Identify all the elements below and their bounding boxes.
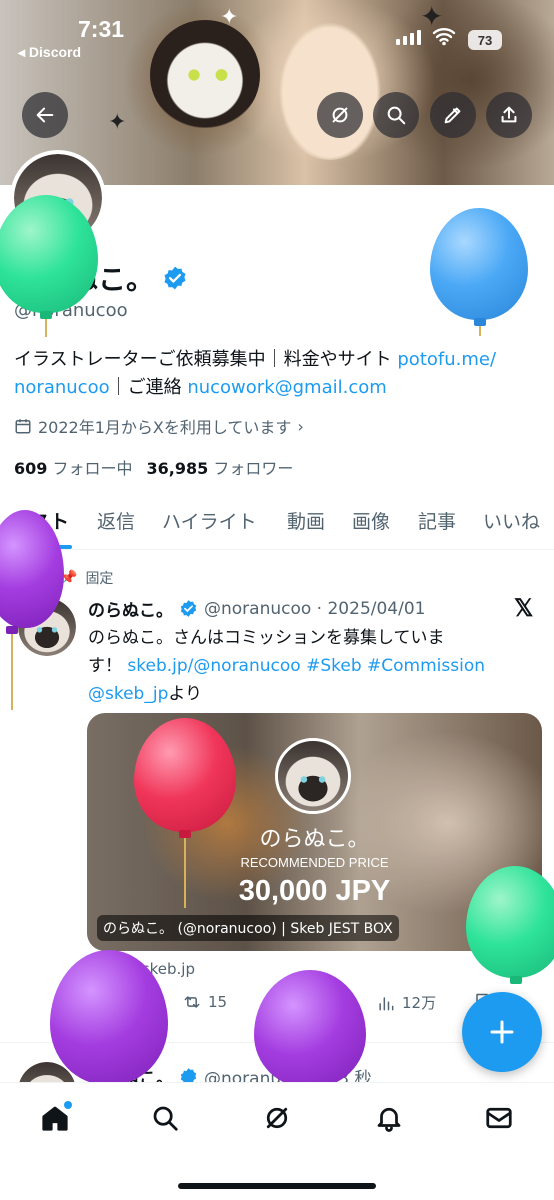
following-count: 609 xyxy=(14,459,48,478)
bottom-nav xyxy=(0,1082,554,1200)
tab-likes[interactable]: いいね xyxy=(483,507,540,534)
bar-chart-icon xyxy=(379,996,394,1010)
verified-badge-icon xyxy=(180,600,197,617)
tab-images[interactable]: 画像 xyxy=(352,507,390,534)
bio-text-mid: ｜ご連絡 xyxy=(109,377,188,398)
repost-button[interactable]: 15 xyxy=(182,992,227,1012)
balloon-green-right xyxy=(466,866,554,994)
battery-indicator: 73 xyxy=(468,30,502,50)
chevron-right-icon: › xyxy=(297,416,304,436)
bio-email-link[interactable]: nucowork@gmail.com xyxy=(187,377,386,398)
post-header: のらぬこ。 @noranucoo · 2025/04/01 xyxy=(88,596,426,622)
signal-icon xyxy=(396,30,421,45)
home-indicator xyxy=(178,1183,376,1189)
battery-level: 73 xyxy=(477,32,493,48)
post-text-line2: す！ xyxy=(88,656,128,676)
bio-link[interactable]: potofu.me/ xyxy=(397,349,496,370)
repost-count: 15 xyxy=(208,993,228,1011)
post-handle-date: @noranucoo · 2025/04/01 xyxy=(204,598,426,619)
banner-face-art xyxy=(270,10,390,160)
sparkle-icon: ✦ xyxy=(108,110,127,135)
mention-link[interactable]: @skeb_jp xyxy=(88,684,168,704)
tab-highlights[interactable]: ハイライト xyxy=(162,507,257,534)
balloon-purple-bottom-left xyxy=(50,950,170,1090)
joined-date-row[interactable]: 2022年1月からXを利用しています › xyxy=(14,414,304,438)
bell-icon xyxy=(377,1107,401,1132)
balloon-purple-left xyxy=(0,510,66,710)
share-icon xyxy=(501,106,517,123)
post-link[interactable]: skeb.jp/@noranucoo xyxy=(127,656,300,676)
balloon-green-left xyxy=(0,195,98,337)
followers-label: フォロワー xyxy=(213,459,294,478)
hashtag-skeb[interactable]: #Skeb xyxy=(301,656,362,676)
grok-icon xyxy=(332,107,348,123)
notification-dot xyxy=(64,1101,72,1109)
balloon-purple-bottom-mid xyxy=(254,970,366,1090)
arrow-left-icon xyxy=(36,107,54,123)
tab-articles[interactable]: 記事 xyxy=(418,507,456,534)
calendar-icon xyxy=(15,419,31,434)
bio-text: イラストレーターご依頼募集中｜料金やサイト xyxy=(14,349,398,370)
followers-link[interactable]: 36,985 フォロワー xyxy=(147,455,294,479)
nav-grok[interactable] xyxy=(262,1103,292,1137)
following-label: フォロー中 xyxy=(52,459,133,478)
grok-button[interactable] xyxy=(317,92,363,138)
nav-home[interactable] xyxy=(40,1101,72,1137)
nav-notifications[interactable] xyxy=(374,1103,404,1137)
joined-date: 2022年1月からXを利用しています xyxy=(38,418,292,437)
pinned-label: 固定 xyxy=(85,571,114,587)
post-author-name[interactable]: のらぬこ。 xyxy=(88,596,173,621)
mail-icon xyxy=(486,1107,512,1129)
bio-link-cont[interactable]: noranucoo xyxy=(14,377,110,398)
back-to-app-link[interactable]: ◂ Discord xyxy=(18,44,81,61)
back-button[interactable] xyxy=(22,92,68,138)
search-icon xyxy=(153,1106,178,1131)
share-button[interactable] xyxy=(486,92,532,138)
tab-replies[interactable]: 返信 xyxy=(97,507,135,534)
following-link[interactable]: 609 フォロー中 xyxy=(14,455,133,479)
followers-count: 36,985 xyxy=(146,459,209,478)
post-text-suffix: より xyxy=(168,684,203,704)
wifi-icon xyxy=(432,26,456,50)
pencil-icon xyxy=(444,107,461,124)
views-button[interactable]: 12万 xyxy=(376,992,436,1013)
balloon-blue xyxy=(430,208,530,338)
tab-media-video[interactable]: 動画 xyxy=(287,507,325,534)
compose-fab[interactable] xyxy=(462,992,542,1072)
grok-icon xyxy=(266,1107,288,1129)
status-time: 7:31 xyxy=(78,16,125,42)
banner-cat-art xyxy=(150,20,260,130)
search-button[interactable] xyxy=(373,92,419,138)
x-logo-icon[interactable]: 𝕏 xyxy=(514,594,533,623)
hashtag-commission[interactable]: #Commission xyxy=(362,656,485,676)
balloon-red xyxy=(134,718,236,908)
card-avatar-image xyxy=(278,741,348,811)
pinned-label-row: 📌 固定 xyxy=(60,568,113,588)
plus-icon xyxy=(490,1020,514,1044)
follow-stats: 609 フォロー中 36,985 フォロワー xyxy=(14,455,293,479)
card-avatar xyxy=(275,738,351,814)
nav-messages[interactable] xyxy=(484,1103,514,1137)
repost-icon xyxy=(184,996,200,1008)
card-caption: のらぬこ。 (@noranucoo) | Skeb JEST BOX xyxy=(97,915,399,941)
views-count: 12万 xyxy=(402,994,437,1012)
verified-badge-icon[interactable] xyxy=(162,265,188,291)
post-text-line1: のらぬこ。さんはコミッションを募集していま xyxy=(88,628,445,648)
nav-search[interactable] xyxy=(150,1103,180,1137)
profile-tabs: ポスト 返信 ハイライト 動画 画像 記事 いいね xyxy=(0,500,554,550)
profile-bio: イラストレーターご依頼募集中｜料金やサイト potofu.me/ noranuc… xyxy=(14,346,544,402)
search-icon xyxy=(387,106,406,125)
sparkle-icon: ✦ xyxy=(220,5,239,30)
post-text: のらぬこ。さんはコミッションを募集していま す！ skeb.jp/@noranu… xyxy=(88,624,538,708)
edit-button[interactable] xyxy=(430,92,476,138)
